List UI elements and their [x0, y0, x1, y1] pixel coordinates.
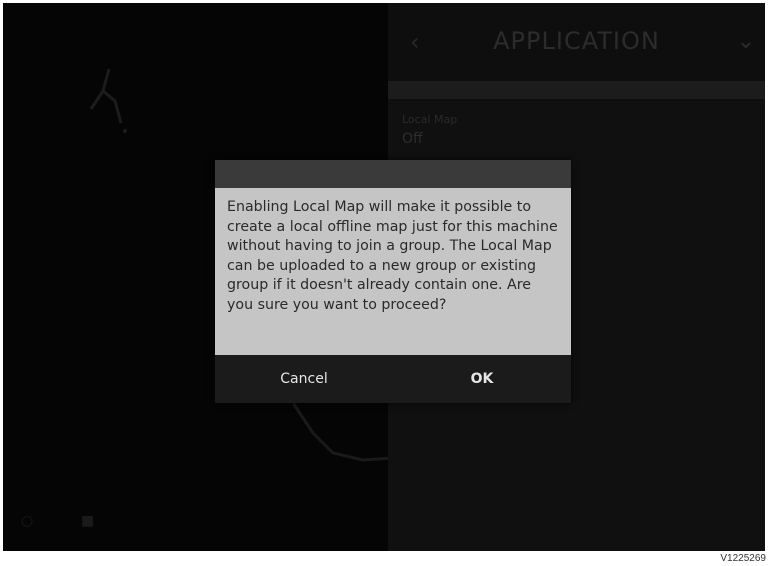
- track-line: [293, 402, 393, 462]
- setting-value[interactable]: Off: [402, 131, 423, 147]
- dialog-actions: Cancel OK: [215, 355, 571, 403]
- dialog-message: Enabling Local Map will make it possible…: [215, 188, 571, 355]
- dialog-titlebar: [215, 160, 571, 188]
- reference-code: V1225269: [720, 553, 766, 564]
- panel-divider-row: [388, 81, 765, 99]
- app-screen: ○ ■ ‹ APPLICATION ⌄ Local Map Off Enabli…: [3, 3, 765, 551]
- machine-marker-icon: [89, 68, 127, 133]
- panel-title: APPLICATION: [493, 27, 660, 55]
- chevron-down-icon[interactable]: ⌄: [737, 27, 755, 57]
- ok-button[interactable]: OK: [393, 355, 571, 403]
- setting-label: Local Map: [402, 113, 458, 126]
- layers-icon[interactable]: ■: [81, 513, 97, 529]
- locate-icon[interactable]: ○: [21, 513, 37, 529]
- panel-header: ‹ APPLICATION ⌄: [388, 3, 765, 81]
- confirm-dialog: Enabling Local Map will make it possible…: [215, 160, 571, 403]
- cancel-button[interactable]: Cancel: [215, 355, 393, 403]
